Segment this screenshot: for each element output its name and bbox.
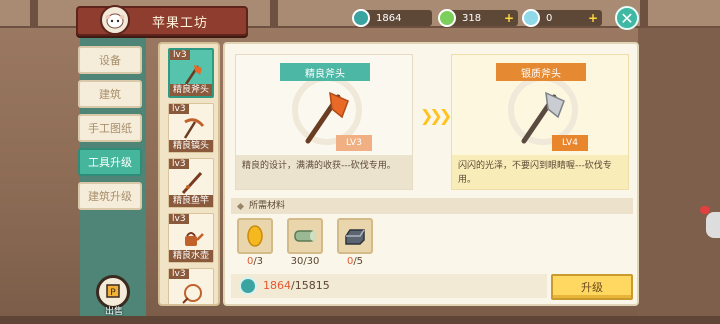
tool-level: lv3	[169, 104, 189, 114]
title-plaque: 苹果工坊	[76, 5, 248, 36]
teal-coin-icon	[352, 9, 370, 27]
teal-coin-icon	[239, 277, 257, 295]
material-slot[interactable]	[287, 218, 323, 254]
current-tool-name: 精良斧头	[305, 68, 345, 80]
tool-item-net[interactable]: lv3	[168, 268, 214, 304]
next-tool-card: 银质斧头 LV4 闪闪的光泽，不要闪到眼睛喔---砍伐专用。	[451, 54, 629, 190]
close-button[interactable]: ✕	[615, 6, 639, 30]
log-icon	[294, 230, 316, 242]
right-wall	[638, 28, 720, 324]
tool-name: 精良镐头	[169, 140, 213, 152]
level-text: LV3	[346, 138, 362, 148]
tool-item-pickaxe[interactable]: lv3 精良镐头	[168, 103, 214, 153]
cost-need: /15815	[291, 279, 330, 292]
upgrade-panel: 精良斧头 LV3 精良的设计，满满的收获---砍伐专用。 ❯❯❯ 银质斧头 LV…	[223, 42, 639, 306]
add-gems-button[interactable]: +	[504, 11, 514, 25]
svg-text:P: P	[110, 288, 116, 298]
tab-blueprints[interactable]: 手工图纸	[78, 114, 142, 142]
resource-crystals-value: 0	[546, 12, 553, 24]
materials-header-text: 所需材料	[249, 201, 286, 211]
cost-bar: 1864/15815	[231, 274, 547, 298]
tool-name: 精良鱼竿	[169, 195, 213, 207]
next-tool-description: 闪闪的光泽，不要闪到眼睛喔---砍伐专用。	[452, 155, 628, 189]
diamond-bullet-icon	[236, 202, 245, 211]
resource-crystals: 0 +	[522, 9, 602, 27]
wall-beam	[270, 0, 278, 28]
net-icon	[182, 284, 202, 304]
tab-label: 建筑	[99, 88, 121, 101]
tab-label: 工具升级	[88, 156, 132, 169]
tab-tool-upgrade[interactable]: 工具升级	[78, 148, 142, 176]
materials-header: 所需材料	[231, 198, 633, 214]
sell-sign-icon: P	[106, 284, 120, 298]
tab-buildings[interactable]: 建筑	[78, 80, 142, 108]
next-tool-ribbon: 银质斧头	[496, 63, 586, 81]
sheep-avatar-icon	[100, 5, 130, 35]
tab-label: 手工图纸	[88, 122, 132, 135]
resource-coins: 1864	[352, 9, 432, 27]
cost-have: 1864	[263, 279, 291, 292]
next-tool-level: LV4	[552, 135, 588, 151]
material-count: 30/30	[285, 256, 325, 267]
upgrade-button[interactable]: 升级	[551, 274, 633, 300]
upgrade-arrow-icon: ❯❯❯	[420, 106, 452, 125]
axe-icon	[184, 65, 202, 85]
watering-can-icon	[185, 232, 204, 246]
tool-level: lv3	[170, 50, 190, 60]
tool-level: lv3	[169, 159, 189, 169]
golden-seed-icon	[247, 225, 263, 247]
material-slot[interactable]	[337, 218, 373, 254]
wall-beam	[30, 0, 38, 28]
resource-gems-value: 318	[462, 12, 482, 24]
tool-level: lv3	[169, 214, 189, 224]
current-tool-description: 精良的设计，满满的收获---砍伐专用。	[236, 155, 412, 189]
close-icon: ✕	[620, 8, 634, 28]
material-slot[interactable]	[237, 218, 273, 254]
wall-beam	[640, 0, 648, 28]
current-tool-ribbon: 精良斧头	[280, 63, 370, 81]
material-need: /30	[303, 256, 320, 267]
tab-label: 设备	[99, 54, 121, 67]
level-text: LV4	[562, 138, 578, 148]
resource-coins-value: 1864	[376, 12, 402, 24]
tool-name: 精良水壶	[169, 250, 213, 262]
material-need: /3	[253, 256, 264, 267]
tab-building-upgrade[interactable]: 建筑升级	[78, 182, 142, 210]
tool-name: 精良斧头	[170, 84, 212, 96]
material-count: 0/5	[335, 256, 375, 267]
material-have: 30	[290, 256, 304, 267]
tab-label: 建筑升级	[88, 190, 132, 203]
resource-gems: 318 +	[438, 9, 518, 27]
page-title: 苹果工坊	[152, 15, 209, 31]
crystal-icon	[522, 9, 540, 27]
current-tool-level: LV3	[336, 135, 372, 151]
floor	[0, 316, 720, 324]
add-crystals-button[interactable]: +	[588, 11, 598, 25]
pickaxe-icon	[183, 118, 205, 139]
tool-list: lv3 精良斧头 lv3 精良镐头 lv3 精良鱼竿 lv3 精良水壶 lv3	[158, 42, 220, 306]
material-need: /5	[353, 256, 364, 267]
tool-item-watering-can[interactable]: lv3 精良水壶	[168, 213, 214, 263]
next-tool-name: 银质斧头	[521, 68, 561, 80]
cost-value: 1864/15815	[263, 279, 330, 292]
fishing-rod-icon	[181, 171, 203, 195]
side-drawer-handle[interactable]	[706, 212, 720, 238]
tool-item-axe[interactable]: lv3 精良斧头	[168, 48, 214, 98]
green-gem-icon	[438, 9, 456, 27]
material-count: 0/3	[235, 256, 275, 267]
tool-level: lv3	[169, 269, 189, 279]
upgrade-label: 升级	[581, 281, 603, 294]
tab-equipment[interactable]: 设备	[78, 46, 142, 74]
iron-ingot-icon	[345, 229, 365, 245]
current-tool-card: 精良斧头 LV3 精良的设计，满满的收获---砍伐专用。	[235, 54, 413, 190]
sell-label: 出售	[104, 307, 123, 317]
tool-item-fishing-rod[interactable]: lv3 精良鱼竿	[168, 158, 214, 208]
